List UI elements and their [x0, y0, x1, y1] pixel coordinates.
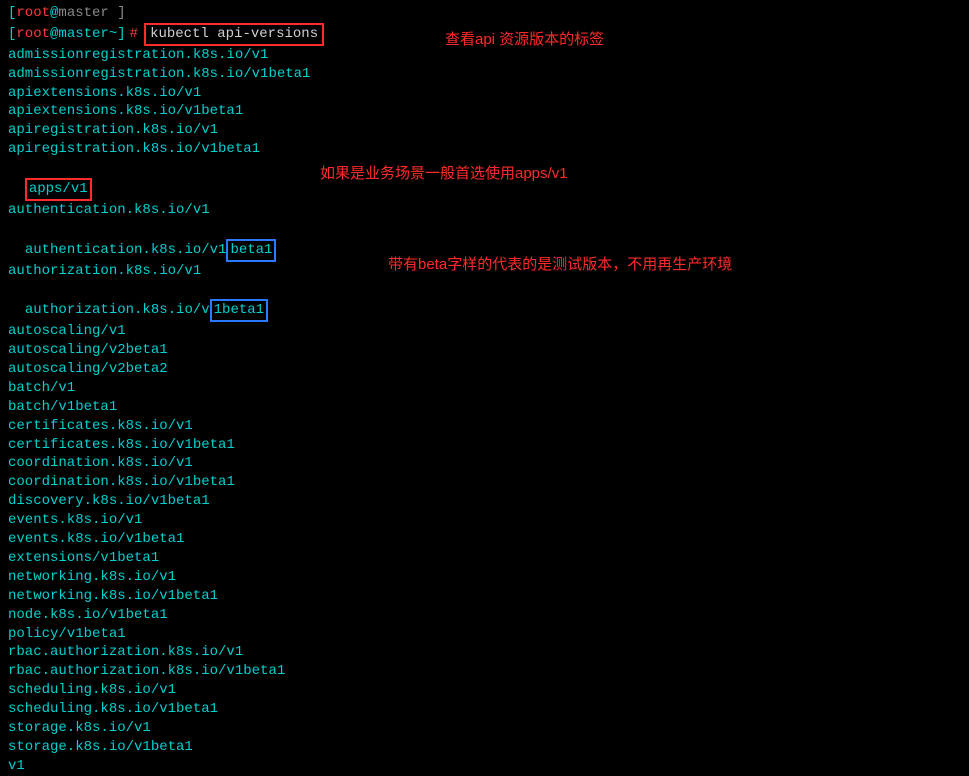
- api-version-line: storage.k8s.io/v1beta1: [8, 738, 961, 757]
- api-version-line: events.k8s.io/v1beta1: [8, 530, 961, 549]
- prompt-close-bracket: ]: [117, 25, 125, 44]
- annotation-view-api-versions: 查看api 资源版本的标签: [445, 30, 604, 50]
- command-text: kubectl api-versions: [150, 26, 318, 42]
- api-version-line: apiregistration.k8s.io/v1beta1: [8, 140, 961, 159]
- api-version-line: rbac.authorization.k8s.io/v1beta1: [8, 662, 961, 681]
- output-block-2: authentication.k8s.io/v1: [8, 201, 961, 220]
- apps-v1-highlight-box: apps/v1: [25, 178, 92, 201]
- api-version-line: node.k8s.io/v1beta1: [8, 606, 961, 625]
- prompt-hash: #: [130, 25, 138, 44]
- authz-prefix: authorization.k8s.io/v: [25, 302, 210, 318]
- api-version-line: apiregistration.k8s.io/v1: [8, 121, 961, 140]
- api-version-line: certificates.k8s.io/v1beta1: [8, 436, 961, 455]
- api-version-line: certificates.k8s.io/v1: [8, 417, 961, 436]
- annotation-beta-meaning: 带有beta字样的代表的是测试版本，不用再生产环境: [388, 255, 732, 275]
- previous-prompt-partial: [root@master ]: [8, 4, 961, 23]
- beta-highlight-box: 1beta1: [210, 299, 268, 322]
- api-version-line: v1: [8, 757, 961, 776]
- api-version-line: admissionregistration.k8s.io/v1beta1: [8, 65, 961, 84]
- api-version-line: coordination.k8s.io/v1: [8, 454, 961, 473]
- api-version-line: authentication.k8s.io/v1: [8, 201, 961, 220]
- api-version-line: events.k8s.io/v1: [8, 511, 961, 530]
- api-version-line: batch/v1: [8, 379, 961, 398]
- beta-highlight-box: beta1: [226, 239, 276, 262]
- auth-prefix: authentication.k8s.io/v1: [25, 242, 227, 258]
- api-version-line: apiextensions.k8s.io/v1beta1: [8, 102, 961, 121]
- api-version-line: networking.k8s.io/v1: [8, 568, 961, 587]
- api-version-authz-beta-line: authorization.k8s.io/v1beta1: [8, 280, 961, 322]
- output-block-4: autoscaling/v1 autoscaling/v2beta1 autos…: [8, 322, 961, 775]
- annotation-apps-v1-preferred: 如果是业务场景一般首选使用apps/v1: [320, 164, 568, 184]
- api-version-line: apiextensions.k8s.io/v1: [8, 84, 961, 103]
- api-version-line: discovery.k8s.io/v1beta1: [8, 492, 961, 511]
- api-version-line: autoscaling/v2beta2: [8, 360, 961, 379]
- prompt-host: master: [58, 25, 108, 44]
- api-version-line: storage.k8s.io/v1: [8, 719, 961, 738]
- prompt-open-bracket: [: [8, 25, 16, 44]
- api-version-line: scheduling.k8s.io/v1: [8, 681, 961, 700]
- api-version-line: autoscaling/v2beta1: [8, 341, 961, 360]
- api-version-line: networking.k8s.io/v1beta1: [8, 587, 961, 606]
- api-version-line: batch/v1beta1: [8, 398, 961, 417]
- prompt-at: @: [50, 25, 58, 44]
- api-version-line: extensions/v1beta1: [8, 549, 961, 568]
- api-version-line: policy/v1beta1: [8, 625, 961, 644]
- prompt-cwd: ~: [109, 25, 117, 44]
- api-version-line: scheduling.k8s.io/v1beta1: [8, 700, 961, 719]
- api-version-line: autoscaling/v1: [8, 322, 961, 341]
- output-block-1: admissionregistration.k8s.io/v1 admissio…: [8, 46, 961, 159]
- command-highlight-box: kubectl api-versions: [144, 23, 324, 46]
- prompt-user: root: [16, 25, 50, 44]
- api-version-line: rbac.authorization.k8s.io/v1: [8, 643, 961, 662]
- api-version-line: coordination.k8s.io/v1beta1: [8, 473, 961, 492]
